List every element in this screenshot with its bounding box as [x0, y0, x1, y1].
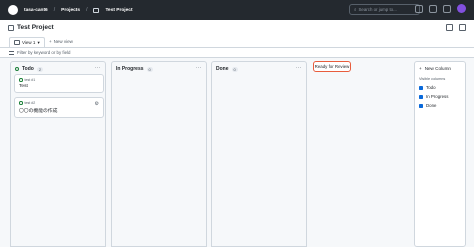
column-title: Todo — [22, 66, 34, 72]
column-header: Todo 2 — [15, 66, 44, 72]
chevron-down-icon[interactable]: ▾ — [37, 40, 39, 46]
draft-issue-icon — [19, 101, 23, 105]
visible-column-item-in-progress[interactable]: In Progress — [419, 94, 448, 99]
new-view-button[interactable]: + New view — [49, 39, 73, 44]
breadcrumb-owner[interactable]: tasa-cant6 — [24, 8, 48, 13]
new-column-label: New Column — [424, 66, 451, 71]
column-title: Done — [216, 66, 229, 72]
card-ref: test #2 — [24, 101, 36, 105]
breadcrumb-projects[interactable]: Projects — [61, 8, 80, 13]
table-icon — [93, 7, 100, 13]
top-actions — [415, 4, 466, 13]
gear-icon[interactable]: ⚙ — [95, 101, 99, 107]
visible-columns-label: Visible columns — [419, 77, 446, 81]
plus-icon[interactable] — [429, 4, 437, 13]
checkbox[interactable] — [419, 85, 423, 90]
visible-column-label: Done — [426, 103, 437, 108]
column-title: In Progress — [116, 66, 144, 72]
column-done: Done 0 ··· — [211, 61, 307, 247]
board-icon — [14, 40, 20, 45]
inbox-icon[interactable] — [443, 4, 451, 13]
new-column-panel: + New Column Visible columns Todo In Pro… — [414, 61, 466, 247]
visible-column-item-todo[interactable]: Todo — [419, 85, 436, 90]
project-icon — [8, 24, 14, 31]
project-title-text: Test Project — [17, 24, 54, 31]
column-menu-icon[interactable]: ··· — [296, 65, 303, 71]
visible-column-label: Todo — [426, 85, 436, 90]
column-in-progress: In Progress 0 ··· — [111, 61, 207, 247]
filter-icon — [9, 50, 14, 55]
visible-column-label: In Progress — [426, 94, 449, 99]
more-icon[interactable] — [459, 24, 466, 31]
column-todo: Todo 2 ··· test #1 Test test #2 〇〇の機能の作成… — [10, 61, 106, 247]
checkbox[interactable] — [419, 103, 423, 108]
column-menu-icon[interactable]: ··· — [196, 65, 203, 71]
search-placeholder: Search or jump to... — [358, 7, 397, 12]
command-icon[interactable] — [415, 4, 423, 13]
plus-icon: + — [419, 66, 422, 71]
tab-label: View 1 — [22, 40, 36, 45]
card-title[interactable]: Test — [19, 84, 99, 89]
visible-column-item-done[interactable]: Done — [419, 103, 437, 108]
column-count: 0 — [231, 66, 238, 72]
column-header: Done 0 — [216, 66, 238, 72]
filter-placeholder: Filter by keyword or by field — [17, 50, 71, 55]
new-column-name-value: Ready for Review — [314, 64, 350, 69]
column-header: In Progress 0 — [116, 66, 153, 72]
page-title: Test Project — [8, 24, 54, 31]
card-title[interactable]: 〇〇の機能の作成 — [19, 107, 99, 114]
checkbox[interactable] — [419, 94, 423, 99]
breadcrumb-separator: / — [86, 7, 88, 13]
header-actions — [446, 24, 466, 31]
plus-icon: + — [49, 39, 52, 44]
new-column-button[interactable]: + New Column — [419, 66, 451, 71]
breadcrumb-separator: / — [53, 7, 56, 13]
draft-issue-icon — [19, 78, 23, 82]
column-count: 2 — [36, 66, 44, 72]
filter-input[interactable]: Filter by keyword or by field — [9, 50, 70, 55]
card[interactable]: test #1 Test — [14, 74, 104, 93]
column-count: 0 — [146, 66, 153, 72]
breadcrumb-project[interactable]: Test Project — [105, 8, 132, 13]
search-icon: ⌕ — [354, 7, 357, 12]
column-menu-icon[interactable]: ··· — [95, 65, 102, 71]
card[interactable]: test #2 〇〇の機能の作成 ⚙ — [14, 97, 104, 118]
status-icon — [15, 67, 19, 71]
avatar[interactable] — [457, 4, 466, 13]
search-input[interactable]: ⌕ Search or jump to... — [349, 4, 420, 15]
new-column-name-input[interactable]: Ready for Review — [313, 61, 351, 72]
card-meta: test #1 — [19, 78, 99, 82]
tab-view-1[interactable]: View 1 ▾ — [9, 37, 45, 47]
filter-bar — [0, 48, 474, 58]
card-ref: test #1 — [24, 78, 36, 82]
github-logo-icon[interactable] — [8, 5, 18, 15]
card-meta: test #2 — [19, 101, 99, 105]
insights-icon[interactable] — [446, 24, 453, 31]
new-view-label: New view — [53, 39, 73, 44]
